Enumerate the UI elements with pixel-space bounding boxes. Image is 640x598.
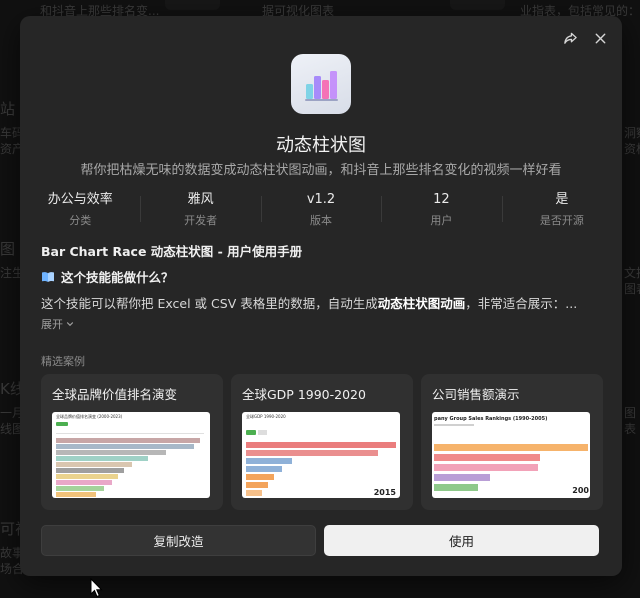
thumb-title: 全球品牌价值排名演变 (2000-2023) <box>56 414 123 419</box>
thumb-bar <box>246 490 262 496</box>
stat-open-source: 是 是否开源 <box>501 192 622 228</box>
thumb-bar <box>56 468 124 473</box>
stat-label: 分类 <box>69 214 92 227</box>
stat-value: v1.2 <box>306 192 336 207</box>
thumb-play-button <box>246 430 256 435</box>
expand-label: 展开 <box>41 318 63 331</box>
thumb-bar <box>434 464 538 471</box>
stat-value: 雅风 <box>187 192 214 207</box>
stat-developer: 雅风 开发者 <box>140 192 260 228</box>
skill-stats: 办公与效率 分类 雅风 开发者 v1.2 版本 12 用户 是 是否开源 <box>20 192 622 228</box>
thumb-bar <box>246 482 268 488</box>
doc-body: 这个技能可以帮你把 Excel 或 CSV 表格里的数据，自动生成动态柱状图动画… <box>41 293 577 312</box>
skill-title: 动态柱状图 <box>276 135 366 156</box>
thumb-title: pany Group Sales Rankings (1990-2005) <box>434 416 548 422</box>
thumb-bar <box>56 474 118 479</box>
stat-users: 12 用户 <box>381 192 501 228</box>
doc-body-suffix: ，非常适合展示：... <box>465 296 578 311</box>
thumb-bar <box>56 456 148 461</box>
case-title: 公司销售额演示 <box>432 387 520 402</box>
doc-question-text: 这个技能能做什么？ <box>61 270 174 285</box>
thumb-year: 200 <box>572 486 589 495</box>
thumb-bar <box>246 458 292 464</box>
thumb-bar <box>246 474 274 480</box>
thumb-bar <box>246 466 282 472</box>
thumb-bar <box>434 444 588 451</box>
thumb-bar <box>434 474 490 481</box>
thumb-subtitle-line <box>434 424 474 426</box>
share-icon[interactable] <box>560 28 580 48</box>
modal-actions <box>560 28 610 48</box>
case-title: 全球品牌价值排名演变 <box>52 387 178 402</box>
thumb-bar <box>246 450 378 456</box>
stat-label: 用户 <box>430 214 453 227</box>
case-thumbnail: 全球GDP 1990-2020 2015 <box>242 412 400 498</box>
expand-toggle[interactable]: 展开 <box>41 316 74 332</box>
stat-label: 开发者 <box>184 214 218 227</box>
book-icon <box>42 271 54 282</box>
thumb-control <box>258 430 267 435</box>
thumb-gridline <box>56 433 204 434</box>
stat-label: 是否开源 <box>539 214 584 227</box>
stat-label: 版本 <box>310 214 333 227</box>
case-thumbnail: 全球品牌价值排名演变 (2000-2023) <box>52 412 210 498</box>
stat-value: 是 <box>555 192 569 207</box>
featured-cases: 全球品牌价值排名演变 全球品牌价值排名演变 (2000-2023) 全球GDP … <box>41 374 603 510</box>
doc-title: Bar Chart Race 动态柱状图 - 用户使用手册 <box>41 244 303 259</box>
bar-chart-icon <box>305 71 338 101</box>
thumb-bar <box>434 454 540 461</box>
stat-value: 办公与效率 <box>47 192 113 207</box>
copy-modify-button[interactable]: 复制改造 <box>41 525 316 556</box>
modal-footer: 复制改造 使用 <box>41 525 599 556</box>
doc-body-prefix: 这个技能可以帮你把 Excel 或 CSV 表格里的数据，自动生成 <box>41 296 378 311</box>
mouse-cursor-icon <box>90 578 103 598</box>
case-card-brand-value[interactable]: 全球品牌价值排名演变 全球品牌价值排名演变 (2000-2023) <box>41 374 223 510</box>
thumb-bar <box>56 462 132 467</box>
thumb-bar <box>56 492 96 497</box>
stat-value: 12 <box>433 192 450 207</box>
thumb-bar <box>56 480 112 485</box>
thumb-bar <box>246 442 396 448</box>
use-button[interactable]: 使用 <box>324 525 599 556</box>
thumb-bar <box>434 484 478 491</box>
close-icon[interactable] <box>590 28 610 48</box>
thumb-bar <box>56 438 200 443</box>
thumb-bar <box>56 444 194 449</box>
skill-detail-modal: 动态柱状图 帮你把枯燥无味的数据变成动态柱状图动画，和抖音上那些排名变化的视频一… <box>20 16 622 576</box>
stat-version: v1.2 版本 <box>260 192 381 228</box>
thumb-bar <box>56 486 104 491</box>
stat-category: 办公与效率 分类 <box>20 192 140 228</box>
thumb-year: 2015 <box>373 488 396 497</box>
case-thumbnail: pany Group Sales Rankings (1990-2005) 20… <box>432 412 590 498</box>
chevron-down-icon <box>66 322 74 327</box>
case-card-global-gdp[interactable]: 全球GDP 1990-2020 全球GDP 1990-2020 2015 <box>231 374 413 510</box>
case-card-sales-demo[interactable]: 公司销售额演示 pany Group Sales Rankings (1990-… <box>421 374 603 510</box>
case-title: 全球GDP 1990-2020 <box>242 387 366 402</box>
thumb-bar <box>56 450 166 455</box>
thumb-play-button <box>56 422 68 426</box>
doc-question: 这个技能能做什么？ <box>41 267 174 286</box>
thumb-title: 全球GDP 1990-2020 <box>246 414 286 419</box>
skill-subtitle: 帮你把枯燥无味的数据变成动态柱状图动画，和抖音上那些排名变化的视频一样好看 <box>80 163 562 178</box>
cases-label: 精选案例 <box>41 355 85 368</box>
app-icon <box>291 54 351 114</box>
doc-body-bold: 动态柱状图动画 <box>377 296 466 311</box>
